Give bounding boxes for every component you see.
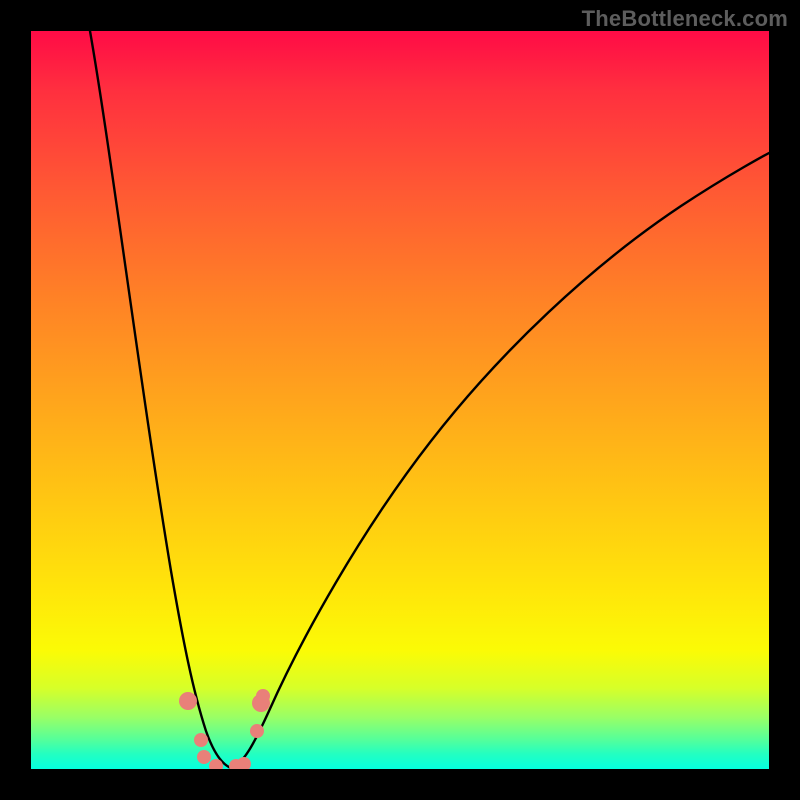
data-markers (179, 689, 270, 769)
marker (237, 757, 251, 769)
curves-layer (31, 31, 769, 769)
marker (179, 692, 197, 710)
bottleneck-curve-left (90, 31, 231, 768)
bottleneck-curve-right (231, 153, 769, 768)
marker (194, 733, 208, 747)
watermark-text: TheBottleneck.com (582, 6, 788, 32)
plot-area (31, 31, 769, 769)
marker (256, 689, 270, 703)
chart-frame: TheBottleneck.com (0, 0, 800, 800)
marker (197, 750, 211, 764)
marker (250, 724, 264, 738)
